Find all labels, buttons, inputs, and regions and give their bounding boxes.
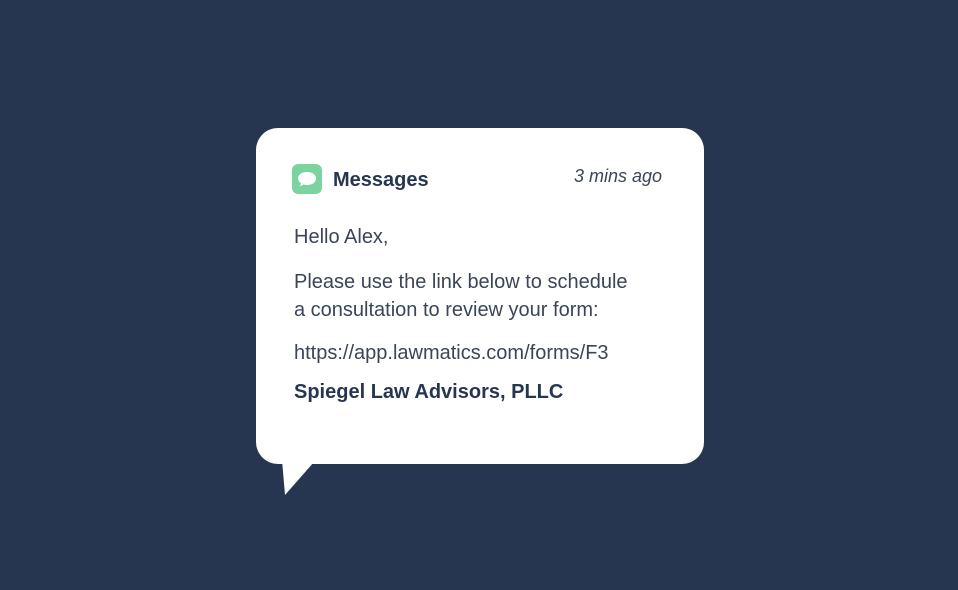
- schedule-link[interactable]: https://app.lawmatics.com/forms/F3: [294, 339, 689, 367]
- notification-header: Messages 3 mins ago: [292, 164, 662, 194]
- message-body: Please use the link below to schedule a …: [294, 268, 689, 324]
- message-line: a consultation to review your form:: [294, 299, 599, 321]
- app-name: Messages: [333, 169, 429, 191]
- chat-bubble-icon: [292, 164, 322, 194]
- message-notification-bubble[interactable]: Messages 3 mins ago Hello Alex, Please u…: [256, 128, 704, 495]
- greeting-text: Hello Alex,: [294, 226, 389, 248]
- message-line: Please use the link below to schedule: [294, 271, 628, 293]
- timestamp: 3 mins ago: [573, 166, 662, 186]
- sender-signature: Spiegel Law Advisors, PLLC: [294, 381, 564, 403]
